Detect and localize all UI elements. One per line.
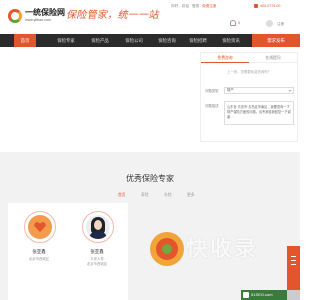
filter-tab-home[interactable]: 首页 xyxy=(118,191,126,199)
login-link[interactable]: 登录 xyxy=(192,3,199,9)
logo-icon[interactable] xyxy=(8,9,22,23)
menu-icon-bar xyxy=(291,260,296,261)
form-tabs: 免费咨询 在线提问 xyxy=(201,53,297,63)
watermark-logo-core xyxy=(162,244,172,254)
logo-url: www.yitbao.com xyxy=(25,18,51,22)
floating-service-button[interactable] xyxy=(287,246,300,290)
expert-location: 北京市西城区 xyxy=(28,257,50,261)
back-to-top-button[interactable] xyxy=(287,290,300,300)
menu-icon-bar xyxy=(291,256,296,257)
section-title: 优秀保险专家 xyxy=(126,174,174,183)
page: 一统保险网 www.yitbao.com 保险管家，统一一站 你好，欢迎 登录 … xyxy=(0,0,300,300)
watermark-logo-icon xyxy=(150,232,184,266)
user-avatar-icon[interactable] xyxy=(266,20,273,27)
nav-item-products[interactable]: 保险产品 xyxy=(88,34,112,47)
filter-tab-life[interactable]: 寿险 xyxy=(141,191,149,199)
welcome-text: 你好，欢迎 xyxy=(171,4,189,8)
bell-count: 0 xyxy=(238,20,241,25)
top-links: 你好，欢迎 登录 免费注册 xyxy=(171,3,217,9)
register-link[interactable]: 免费注册 xyxy=(202,3,216,9)
expert-location: 北京市西城区 xyxy=(86,262,108,266)
type-label: 问题类型 xyxy=(205,89,219,93)
watermark-text: 快收录 xyxy=(186,236,259,261)
form-hint: 上一条，您需要免费咨询吗？ xyxy=(226,70,272,74)
tab-ask-question[interactable]: 在线提问 xyxy=(249,53,297,63)
filter-tab-auto[interactable]: 车险 xyxy=(164,191,172,199)
nav-item-companies[interactable]: 保险公司 xyxy=(122,34,146,47)
heart-icon xyxy=(34,222,46,232)
chevron-down-icon xyxy=(289,90,291,92)
bell-icon[interactable] xyxy=(230,20,236,26)
footer-badge: 51SEO.com xyxy=(241,290,287,300)
avatar[interactable] xyxy=(82,211,114,243)
main-nav: 首页 保险专家 保险产品 保险公司 保险咨询 保险招聘 保险资讯 需求发布 xyxy=(0,34,300,47)
post-demand-button[interactable]: 需求发布 xyxy=(252,34,300,47)
nav-item-experts[interactable]: 保险专家 xyxy=(54,34,78,47)
tab-free-consult[interactable]: 免费咨询 xyxy=(201,53,249,63)
user-link[interactable]: 注册 xyxy=(277,21,284,27)
content-label: 问题描述 xyxy=(205,104,219,108)
nav-item-jobs[interactable]: 保险招聘 xyxy=(186,34,210,47)
hotline: 400-0775-00 xyxy=(254,3,280,9)
expert-card[interactable]: 张亚鑫 北京市西城区 xyxy=(8,203,70,300)
question-type-value: 财产 xyxy=(227,88,234,92)
portrait-face xyxy=(94,220,102,230)
menu-icon-bar xyxy=(291,264,296,265)
filter-tab-more[interactable]: 更多 xyxy=(187,191,195,199)
avatar[interactable] xyxy=(24,211,56,243)
expert-name[interactable]: 张亚鑫 xyxy=(8,249,70,255)
avatar-placeholder xyxy=(28,215,52,239)
logo-name[interactable]: 一统保险网 xyxy=(25,8,65,17)
badge-icon xyxy=(243,292,249,298)
phone-icon xyxy=(254,4,258,8)
nav-item-home[interactable]: 首页 xyxy=(14,34,36,47)
expert-portrait xyxy=(86,215,110,239)
question-type-select[interactable]: 财产 xyxy=(224,87,294,94)
nav-item-consult[interactable]: 保险咨询 xyxy=(155,34,179,47)
portrait-body xyxy=(89,231,107,239)
hotline-number: 400-0775-00 xyxy=(260,4,281,8)
consult-form: 免费咨询 在线提问 上一条，您需要免费咨询吗？ 问题类型 问题描述 xyxy=(200,52,298,142)
site-header: 一统保险网 www.yitbao.com 保险管家，统一一站 你好，欢迎 登录 … xyxy=(0,0,300,34)
question-content-textarea[interactable]: 山东省·青岛市·青岛区市南区，我要咨询一下财产保险方面的问题，请专家给我回复一下… xyxy=(224,101,294,125)
slogan: 保险管家，统一一站 xyxy=(66,10,159,21)
badge-text: 51SEO.com xyxy=(251,292,273,297)
expert-name[interactable]: 张亚鑫 xyxy=(66,249,128,255)
expert-card[interactable]: 张亚鑫 平安人寿 北京市西城区 xyxy=(66,203,128,300)
nav-item-news[interactable]: 保险资讯 xyxy=(219,34,243,47)
expert-filter-tabs: 首页 寿险 车险 更多 xyxy=(112,191,222,199)
